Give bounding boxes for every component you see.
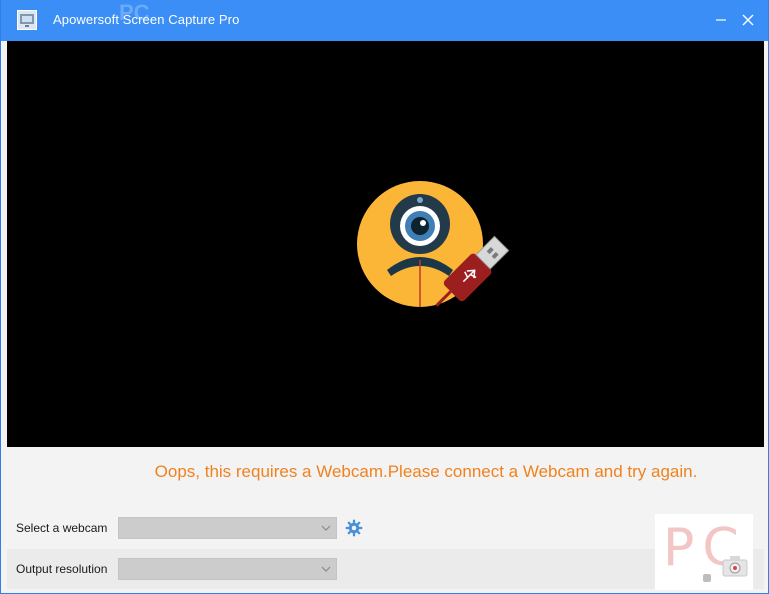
gear-icon[interactable] <box>345 519 363 537</box>
webcam-required-message: Oops, this requires a Webcam.Please conn… <box>154 462 698 481</box>
webcam-label: Select a webcam <box>16 521 108 535</box>
window-title: Apowersoft Screen Capture Pro <box>53 12 240 27</box>
webcam-preview <box>7 41 764 447</box>
minimize-icon <box>716 19 726 21</box>
app-window: PC Apowersoft Screen Capture Pro Oops, t… <box>0 0 769 594</box>
app-icon <box>17 10 37 30</box>
title-bar[interactable]: PC Apowersoft Screen Capture Pro <box>1 0 768 41</box>
watermark-dot <box>703 574 711 582</box>
webcam-row: Select a webcam <box>7 508 764 548</box>
resolution-select[interactable] <box>118 558 337 580</box>
watermark-logo: PC <box>655 514 753 590</box>
minimize-button[interactable] <box>709 8 733 32</box>
webcam-usb-disconnected-icon <box>357 181 510 307</box>
close-icon <box>742 14 754 26</box>
webcam-select[interactable] <box>118 517 337 539</box>
chevron-down-icon <box>321 566 331 572</box>
close-button[interactable] <box>736 8 760 32</box>
chevron-down-icon <box>321 525 331 531</box>
camera-icon[interactable] <box>721 554 749 578</box>
resolution-row: Output resolution <box>7 549 764 589</box>
resolution-label: Output resolution <box>16 562 108 576</box>
